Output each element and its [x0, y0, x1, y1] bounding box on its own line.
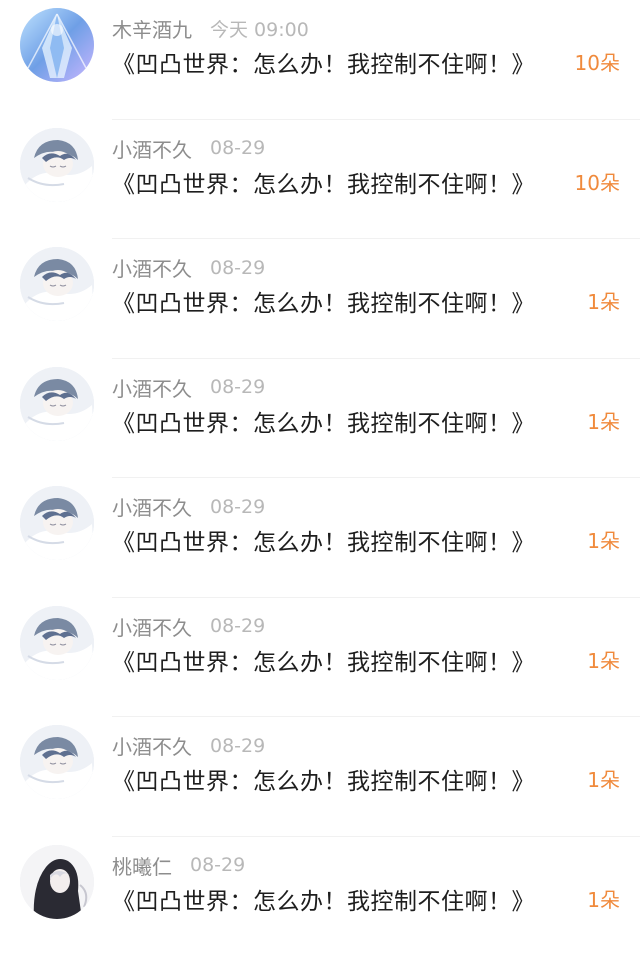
user-name[interactable]: 小酒不久	[112, 496, 192, 520]
work-title[interactable]: 《凹凸世界：怎么办！我控制不住啊！》	[112, 643, 535, 677]
gift-time: 08-29	[210, 496, 265, 518]
gift-time: 08-29	[210, 257, 265, 279]
list-item[interactable]: 木辛酒九今天 09:00 《凹凸世界：怎么办！我控制不住啊！》 10朵	[0, 0, 640, 120]
list-item[interactable]: 桃曦仁 08-29 《凹凸世界：怎么办！我控制不住啊！》 1朵	[0, 837, 640, 956]
flower-count: 10朵	[575, 167, 620, 196]
list-item[interactable]: 小酒不久 08-29 《凹凸世界：怎么办！我控制不住啊！》 1朵	[0, 598, 640, 718]
flower-count: 1朵	[587, 406, 620, 435]
anime-sleeping-boy-icon	[20, 606, 94, 680]
flower-count: 1朵	[587, 884, 620, 913]
item-meta: 小酒不久 08-29	[112, 373, 265, 399]
avatar[interactable]	[20, 8, 94, 82]
work-title[interactable]: 《凹凸世界：怎么办！我控制不住啊！》	[112, 45, 535, 79]
anime-sleeping-boy-icon	[20, 367, 94, 441]
user-name[interactable]: 小酒不久	[112, 257, 192, 281]
user-name[interactable]: 小酒不久	[112, 138, 192, 162]
item-meta: 小酒不久 08-29	[112, 253, 265, 279]
work-title[interactable]: 《凹凸世界：怎么办！我控制不住啊！》	[112, 404, 535, 438]
avatar[interactable]	[20, 367, 94, 441]
work-title[interactable]: 《凹凸世界：怎么办！我控制不住啊！》	[112, 165, 535, 199]
avatar[interactable]	[20, 725, 94, 799]
avatar[interactable]	[20, 247, 94, 321]
item-meta: 小酒不久 08-29	[112, 612, 265, 638]
anime-sleeping-boy-icon	[20, 247, 94, 321]
work-title[interactable]: 《凹凸世界：怎么办！我控制不住啊！》	[112, 284, 535, 318]
user-name[interactable]: 桃曦仁	[112, 855, 172, 879]
gift-time: 08-29	[210, 615, 265, 637]
gift-time: 08-29	[210, 735, 265, 757]
flower-count: 1朵	[587, 645, 620, 674]
item-meta: 小酒不久 08-29	[112, 492, 265, 518]
crystal-figure-icon	[20, 8, 94, 82]
anime-sleeping-boy-icon	[20, 725, 94, 799]
gift-record-list: 木辛酒九今天 09:00 《凹凸世界：怎么办！我控制不住啊！》 10朵 小酒不久…	[0, 0, 640, 938]
item-meta: 桃曦仁 08-29	[112, 851, 245, 877]
gift-time: 08-29	[190, 854, 245, 876]
list-item[interactable]: 小酒不久 08-29 《凹凸世界：怎么办！我控制不住啊！》 1朵	[0, 359, 640, 479]
item-meta: 木辛酒九今天 09:00	[112, 14, 309, 40]
avatar[interactable]	[20, 128, 94, 202]
anime-sleeping-boy-icon	[20, 128, 94, 202]
list-item[interactable]: 小酒不久 08-29 《凹凸世界：怎么办！我控制不住啊！》 1朵	[0, 239, 640, 359]
avatar[interactable]	[20, 845, 94, 919]
flower-count: 10朵	[575, 47, 620, 76]
anime-sleeping-boy-icon	[20, 486, 94, 560]
flower-count: 1朵	[587, 286, 620, 315]
avatar[interactable]	[20, 486, 94, 560]
user-name[interactable]: 小酒不久	[112, 735, 192, 759]
hooded-figure-icon	[20, 845, 94, 919]
list-item[interactable]: 小酒不久 08-29 《凹凸世界：怎么办！我控制不住啊！》 1朵	[0, 717, 640, 837]
flower-count: 1朵	[587, 525, 620, 554]
item-meta: 小酒不久 08-29	[112, 731, 265, 757]
list-item[interactable]: 小酒不久 08-29 《凹凸世界：怎么办！我控制不住啊！》 1朵	[0, 478, 640, 598]
list-item[interactable]: 小酒不久 08-29 《凹凸世界：怎么办！我控制不住啊！》 10朵	[0, 120, 640, 240]
work-title[interactable]: 《凹凸世界：怎么办！我控制不住啊！》	[112, 882, 535, 916]
item-meta: 小酒不久 08-29	[112, 134, 265, 160]
gift-time: 今天 09:00	[210, 19, 309, 41]
work-title[interactable]: 《凹凸世界：怎么办！我控制不住啊！》	[112, 523, 535, 557]
user-name[interactable]: 木辛酒九	[112, 18, 192, 42]
gift-time: 08-29	[210, 137, 265, 159]
user-name[interactable]: 小酒不久	[112, 616, 192, 640]
gift-time: 08-29	[210, 376, 265, 398]
work-title[interactable]: 《凹凸世界：怎么办！我控制不住啊！》	[112, 762, 535, 796]
user-name[interactable]: 小酒不久	[112, 377, 192, 401]
avatar[interactable]	[20, 606, 94, 680]
flower-count: 1朵	[587, 764, 620, 793]
